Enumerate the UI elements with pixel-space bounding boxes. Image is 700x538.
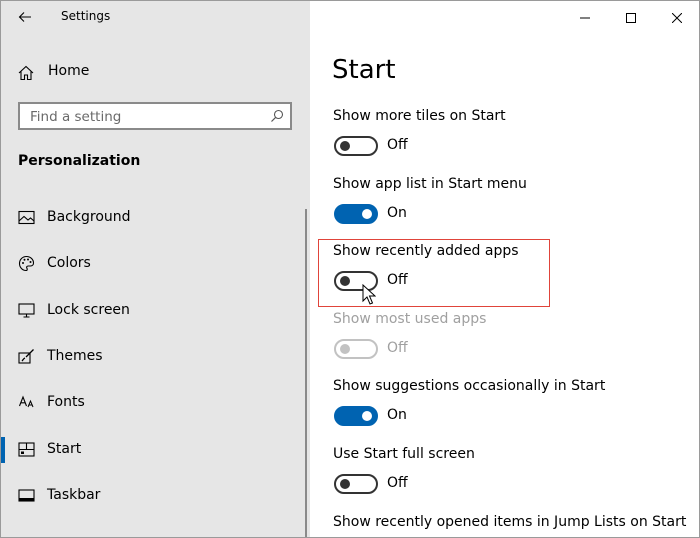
highlight-box [318, 239, 550, 307]
app-list-toggle[interactable] [334, 204, 378, 224]
section-title: Personalization [18, 153, 141, 169]
sidebar-item-label: Lock screen [47, 302, 130, 318]
close-icon [672, 12, 682, 23]
toggle-state: Off [387, 340, 408, 356]
sidebar-item-fonts[interactable]: Fonts [1, 385, 310, 421]
mouse-cursor-icon [362, 284, 376, 305]
sidebar-item-label: Fonts [47, 394, 85, 410]
toggle-state: Off [387, 475, 408, 491]
sidebar: Settings Home Personalization Background [1, 1, 310, 537]
toggle-knob [340, 344, 350, 354]
suggestions-toggle[interactable] [334, 406, 378, 426]
sidebar-item-start[interactable]: Start [1, 432, 310, 468]
font-icon [18, 395, 34, 408]
search-box[interactable] [18, 102, 292, 130]
start-icon [18, 442, 35, 457]
setting-label: Show app list in Start menu [333, 176, 527, 192]
setting-label: Show more tiles on Start [333, 108, 506, 124]
toggle-state: Off [387, 137, 408, 153]
more-tiles-toggle[interactable] [334, 136, 378, 156]
sidebar-item-lock-screen[interactable]: Lock screen [1, 293, 310, 329]
sidebar-item-label: Background [47, 209, 131, 225]
setting-label: Show most used apps [333, 311, 487, 327]
app-title: Settings [61, 9, 111, 23]
maximize-button[interactable] [608, 1, 654, 34]
sidebar-item-home[interactable]: Home [1, 56, 310, 88]
sidebar-item-themes[interactable]: Themes [1, 339, 310, 375]
settings-window: Settings Home Personalization Background [0, 0, 700, 538]
brush-icon [18, 349, 34, 364]
sidebar-item-taskbar[interactable]: Taskbar [1, 478, 310, 514]
toggle-knob [362, 209, 372, 219]
taskbar-icon [18, 489, 35, 502]
search-icon[interactable] [270, 109, 284, 123]
back-button[interactable] [11, 5, 39, 29]
sidebar-item-label: Taskbar [47, 487, 101, 503]
monitor-icon [18, 303, 35, 318]
sidebar-item-colors[interactable]: Colors [1, 246, 310, 282]
minimize-button[interactable] [562, 1, 608, 34]
close-button[interactable] [654, 1, 699, 34]
home-icon [18, 65, 34, 81]
setting-label: Show suggestions occasionally in Start [333, 378, 606, 394]
page-title: Start [332, 55, 396, 85]
toggle-state: On [387, 407, 407, 423]
search-input[interactable] [28, 107, 262, 127]
maximize-icon [626, 12, 636, 23]
toggle-knob [340, 479, 350, 489]
toggle-knob [362, 411, 372, 421]
picture-icon [18, 210, 35, 225]
toggle-knob [340, 141, 350, 151]
setting-label: Use Start full screen [333, 446, 475, 462]
most-used-toggle [334, 339, 378, 359]
full-screen-toggle[interactable] [334, 474, 378, 494]
sidebar-item-label: Start [47, 441, 82, 457]
back-arrow-icon [18, 12, 31, 22]
sidebar-item-background[interactable]: Background [1, 200, 310, 236]
toggle-state: On [387, 205, 407, 221]
home-label: Home [48, 63, 90, 79]
sidebar-scrollbar[interactable] [305, 209, 307, 537]
sidebar-item-label: Themes [47, 348, 103, 364]
sidebar-item-label: Colors [47, 255, 91, 271]
minimize-icon [580, 17, 590, 18]
title-bar: Settings [1, 1, 310, 34]
palette-icon [18, 255, 35, 272]
setting-label: Show recently opened items in Jump Lists… [333, 514, 687, 530]
